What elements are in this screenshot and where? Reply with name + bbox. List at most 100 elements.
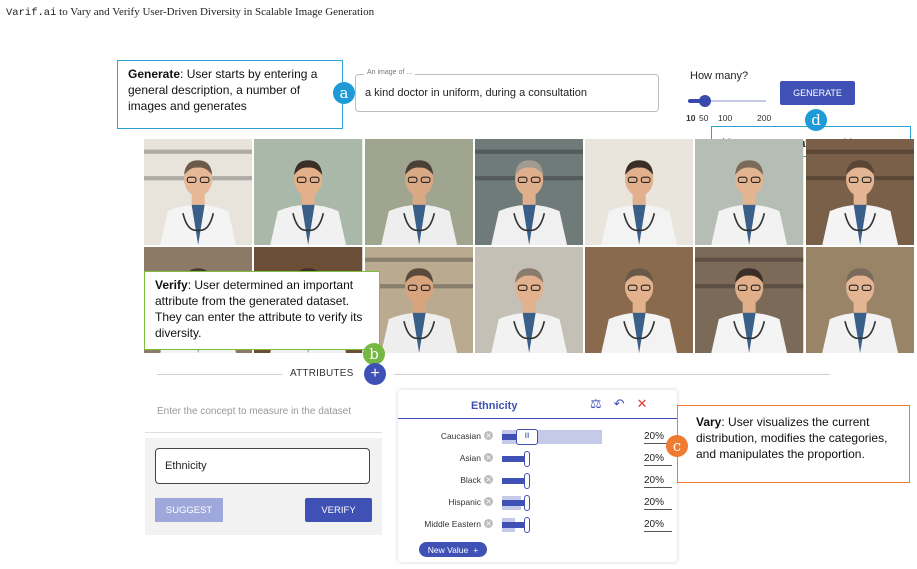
generated-image[interactable] (364, 139, 473, 245)
howmany-label: How many? (690, 70, 749, 82)
callout-vary: Vary: User visualizes the current distri… (677, 405, 910, 483)
paper-header-subtitle: to Vary and Verify User-Driven Diversity… (56, 6, 375, 18)
proportion-handle[interactable] (524, 473, 530, 489)
category-name: Hispanic (448, 497, 481, 507)
category-percentage[interactable]: 20% (644, 453, 672, 466)
attributes-divider-left (157, 374, 282, 375)
prompt-value: a kind doctor in uniform, during a consu… (365, 87, 587, 99)
proportion-handle[interactable] (524, 517, 530, 533)
category-bar[interactable] (502, 473, 602, 489)
add-attribute-button[interactable]: + (364, 363, 386, 385)
generated-image[interactable] (474, 247, 584, 353)
remove-category-icon[interactable]: ✕ (484, 453, 493, 462)
generated-image[interactable] (585, 139, 694, 245)
remove-category-icon[interactable]: ✕ (484, 431, 493, 440)
remove-category-icon[interactable]: ✕ (484, 475, 493, 484)
howmany-slider[interactable] (688, 95, 766, 107)
category-percentage[interactable]: 20% (644, 497, 672, 510)
scale-icon[interactable]: ⚖ (590, 396, 602, 412)
new-value-label: New Value (427, 544, 469, 555)
category-row: Black ✕ 20% (398, 472, 677, 490)
attribute-card-actions: ⚖ ↶ ✕ (590, 396, 647, 412)
callout-generate: Generate: User starts by entering a gene… (117, 60, 343, 129)
concept-input-underline (145, 432, 382, 433)
category-bar[interactable]: lll (502, 429, 602, 445)
slider-tick-200: 200 (757, 113, 772, 123)
category-row: Hispanic ✕ 20% (398, 494, 677, 512)
category-row: Asian ✕ 20% (398, 450, 677, 468)
callout-vary-bold: Vary (696, 415, 722, 429)
new-value-button[interactable]: New Value + (419, 542, 487, 557)
proportion-handle[interactable] (524, 451, 530, 467)
paper-header: Varif.ai to Vary and Verify User-Driven … (6, 6, 374, 19)
category-name: Asian (459, 453, 481, 463)
prompt-legend: An image of ... (364, 69, 416, 76)
remove-category-icon[interactable]: ✕ (484, 519, 493, 528)
doctor-portrait-graphic (695, 247, 804, 353)
attribute-entry-panel: Enter the concept to measure in the data… (145, 392, 382, 535)
doctor-portrait-graphic (364, 247, 473, 353)
category-percentage[interactable]: 20% (644, 519, 672, 532)
plus-icon: + (370, 365, 380, 382)
attribute-card: Ethnicity ⚖ ↶ ✕ Caucasian ✕ lll 20% Asian ✕ 20… (398, 390, 677, 562)
callout-generate-bold: Generate (128, 67, 181, 81)
doctor-portrait-graphic (364, 139, 473, 245)
generated-image[interactable] (474, 139, 584, 245)
doctor-portrait-graphic (805, 139, 914, 245)
slider-thumb[interactable] (699, 95, 711, 107)
callout-verify: Verify: User determined an important att… (144, 271, 380, 350)
doctor-portrait-graphic (585, 247, 694, 353)
verify-button[interactable]: VERIFY (305, 498, 372, 522)
paper-header-title: Varif.ai (6, 7, 57, 19)
badge-d: d (805, 109, 827, 131)
attribute-card-title: Ethnicity (471, 400, 518, 412)
generated-image[interactable] (254, 139, 363, 245)
generated-image[interactable] (805, 139, 914, 245)
category-bar[interactable] (502, 495, 602, 511)
attributes-label: ATTRIBUTES (290, 368, 354, 379)
generated-image[interactable] (695, 139, 804, 245)
generate-button[interactable]: GENERATE (780, 81, 855, 105)
slider-tick-50: 50 (699, 113, 709, 123)
suggestion-area: Ethnicity SUGGEST VERIFY (145, 438, 382, 535)
concept-input[interactable]: Enter the concept to measure in the data… (157, 406, 351, 417)
category-percentage[interactable]: 20% (644, 475, 672, 488)
category-bar[interactable] (502, 451, 602, 467)
attribute-card-divider (398, 418, 677, 419)
badge-b: b (363, 343, 385, 365)
doctor-portrait-graphic (254, 139, 363, 245)
doctor-portrait-graphic (585, 139, 694, 245)
proportion-handle[interactable] (524, 495, 530, 511)
generated-image[interactable] (695, 247, 804, 353)
callout-verify-bold: Verify (155, 278, 188, 292)
doctor-portrait-graphic (144, 139, 253, 245)
generated-image[interactable] (364, 247, 473, 353)
doctor-portrait-graphic (805, 247, 914, 353)
generated-image[interactable] (585, 247, 694, 353)
badge-a: a (333, 82, 355, 104)
slider-tick-10: 10 (686, 113, 696, 123)
slider-tick-100: 100 (718, 113, 733, 123)
category-name: Black (460, 475, 481, 485)
prompt-input[interactable]: An image of ... a kind doctor in uniform… (355, 69, 659, 112)
badge-c: c (666, 435, 688, 457)
suggest-button[interactable]: SUGGEST (155, 498, 223, 522)
doctor-portrait-graphic (474, 139, 584, 245)
category-name: Caucasian (440, 431, 481, 441)
generated-image[interactable] (144, 139, 253, 245)
doctor-portrait-graphic (474, 247, 584, 353)
callout-vary-text: : User visualizes the current distributi… (696, 415, 888, 461)
category-name: Middle Eastern (424, 519, 481, 529)
undo-icon[interactable]: ↶ (614, 396, 625, 412)
proportion-handle[interactable]: lll (516, 429, 538, 445)
doctor-portrait-graphic (695, 139, 804, 245)
remove-category-icon[interactable]: ✕ (484, 497, 493, 506)
attributes-divider-right (394, 374, 830, 375)
generated-image[interactable] (805, 247, 914, 353)
plus-icon: + (473, 544, 479, 555)
category-bar[interactable] (502, 517, 602, 533)
attribute-field[interactable]: Ethnicity (155, 448, 370, 484)
close-icon[interactable]: ✕ (637, 396, 648, 412)
category-row: Middle Eastern ✕ 20% (398, 516, 677, 534)
category-row: Caucasian ✕ lll 20% (398, 428, 677, 446)
